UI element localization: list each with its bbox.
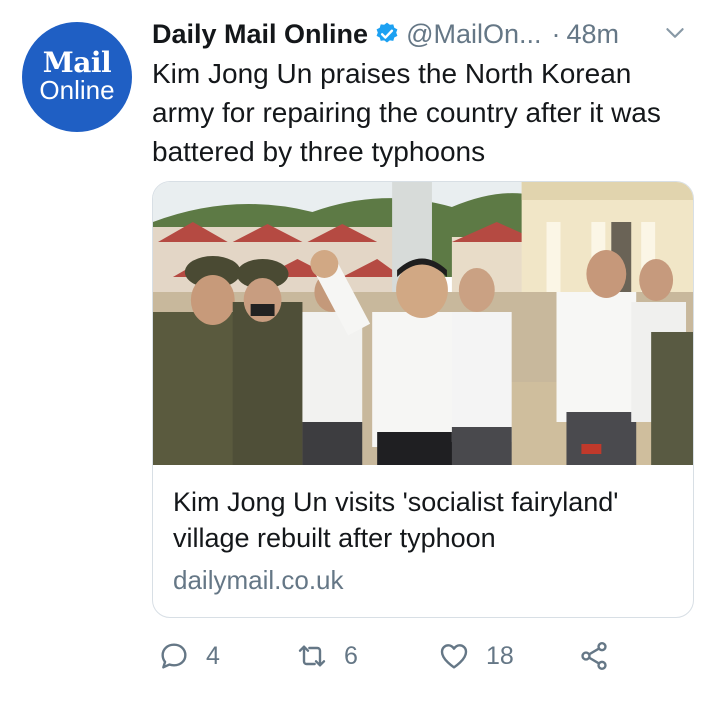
tweet-header: Daily Mail Online @MailOn... · 48m: [152, 12, 700, 56]
reply-count: 4: [206, 641, 220, 670]
avatar[interactable]: Mail Online: [22, 22, 132, 132]
action-bar: 4 6 18: [0, 640, 720, 680]
chevron-down-icon[interactable]: [662, 20, 688, 46]
retweet-count: 6: [344, 641, 358, 670]
share-icon: [581, 642, 607, 670]
link-card[interactable]: Kim Jong Un visits 'socialist fairyland'…: [152, 181, 694, 618]
tweet-timestamp[interactable]: 48m: [567, 19, 620, 50]
tweet-text: Kim Jong Un praises the North Korean arm…: [152, 58, 661, 167]
share-button[interactable]: [578, 640, 626, 672]
reply-icon: [161, 643, 187, 669]
like-button[interactable]: 18: [438, 640, 514, 672]
account-handle[interactable]: @MailOn...: [406, 19, 541, 50]
retweet-icon: [298, 645, 326, 667]
card-title[interactable]: Kim Jong Un visits 'socialist fairyland'…: [173, 484, 673, 556]
verified-badge-icon: [376, 22, 398, 43]
like-count: 18: [486, 641, 514, 670]
like-icon: [440, 644, 468, 669]
card-image[interactable]: [153, 182, 693, 465]
retweet-button[interactable]: 6: [296, 640, 358, 672]
separator-dot: ·: [551, 18, 561, 49]
avatar-logo-mail: Mail: [42, 46, 112, 79]
avatar-logo-online: Online: [39, 75, 115, 105]
reply-button[interactable]: 4: [158, 640, 220, 672]
card-domain[interactable]: dailymail.co.uk: [173, 565, 344, 596]
account-name[interactable]: Daily Mail Online: [152, 19, 368, 50]
